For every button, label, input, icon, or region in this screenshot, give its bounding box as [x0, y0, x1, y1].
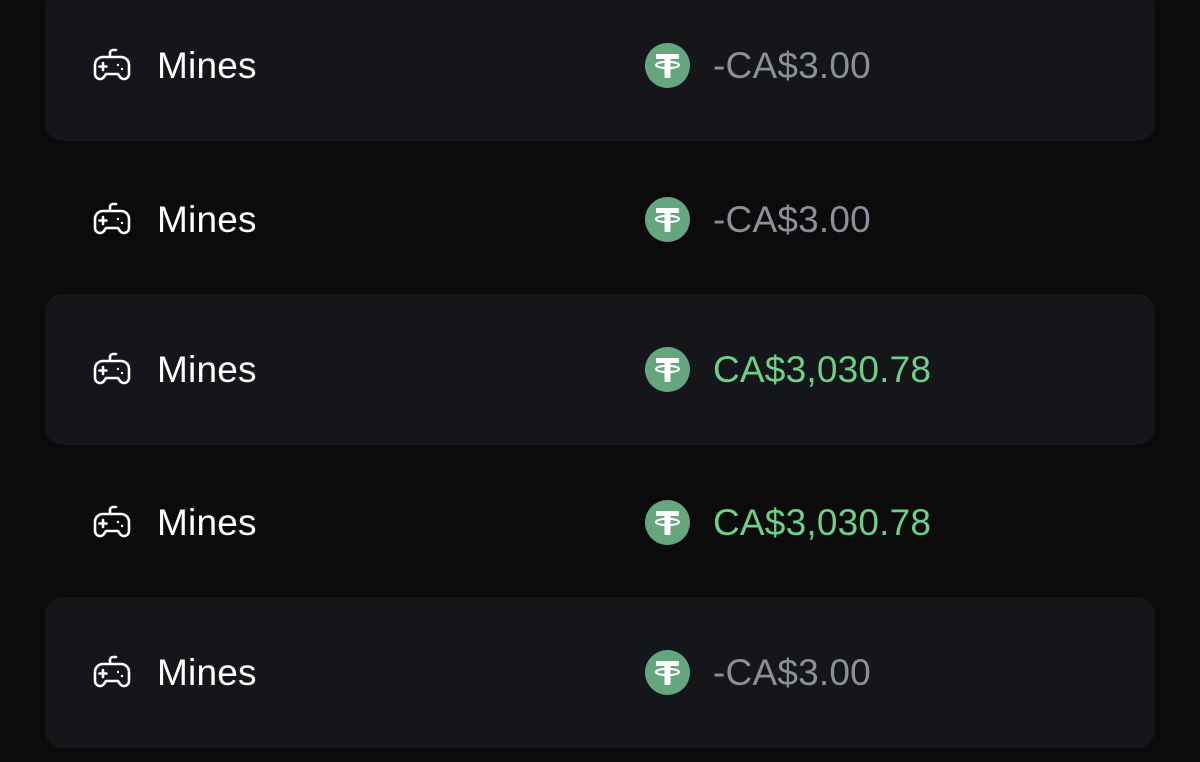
amount-cell: CA$3,030.78 — [645, 447, 931, 598]
game-cell: Mines — [90, 447, 257, 598]
amount-cell: -CA$3.00 — [645, 0, 871, 141]
game-cell: Mines — [90, 294, 257, 445]
tether-coin-icon — [645, 347, 690, 392]
gamepad-icon — [90, 44, 134, 88]
tether-coin-icon — [645, 650, 690, 695]
bet-row[interactable]: Mines -CA$3.00 — [45, 144, 1155, 295]
bet-history-list: Mines -CA$3.00 Mines -CA$3.00 Mines CA$3… — [0, 0, 1200, 762]
game-name: Mines — [157, 501, 257, 543]
game-name: Mines — [157, 348, 257, 390]
amount-value: -CA$3.00 — [713, 198, 871, 240]
bet-row[interactable]: Mines CA$3,030.78 — [45, 294, 1155, 445]
game-cell: Mines — [90, 597, 257, 748]
amount-value: CA$3,030.78 — [713, 348, 932, 390]
gamepad-icon — [90, 198, 134, 242]
bet-row[interactable]: Mines -CA$3.00 — [45, 597, 1155, 748]
game-name: Mines — [157, 44, 257, 86]
gamepad-icon — [90, 501, 134, 545]
tether-coin-icon — [645, 197, 690, 242]
amount-value: CA$3,030.78 — [713, 501, 932, 543]
game-name: Mines — [157, 651, 257, 693]
amount-cell: -CA$3.00 — [645, 597, 871, 748]
game-cell: Mines — [90, 0, 257, 141]
tether-coin-icon — [645, 500, 690, 545]
game-name: Mines — [157, 198, 257, 240]
tether-coin-icon — [645, 43, 690, 88]
amount-value: -CA$3.00 — [713, 651, 871, 693]
amount-value: -CA$3.00 — [713, 44, 871, 86]
bet-row[interactable]: Mines CA$3,030.78 — [45, 447, 1155, 598]
gamepad-icon — [90, 651, 134, 695]
gamepad-icon — [90, 348, 134, 392]
bet-row[interactable]: Mines -CA$3.00 — [45, 0, 1155, 141]
amount-cell: -CA$3.00 — [645, 144, 871, 295]
game-cell: Mines — [90, 144, 257, 295]
amount-cell: CA$3,030.78 — [645, 294, 931, 445]
